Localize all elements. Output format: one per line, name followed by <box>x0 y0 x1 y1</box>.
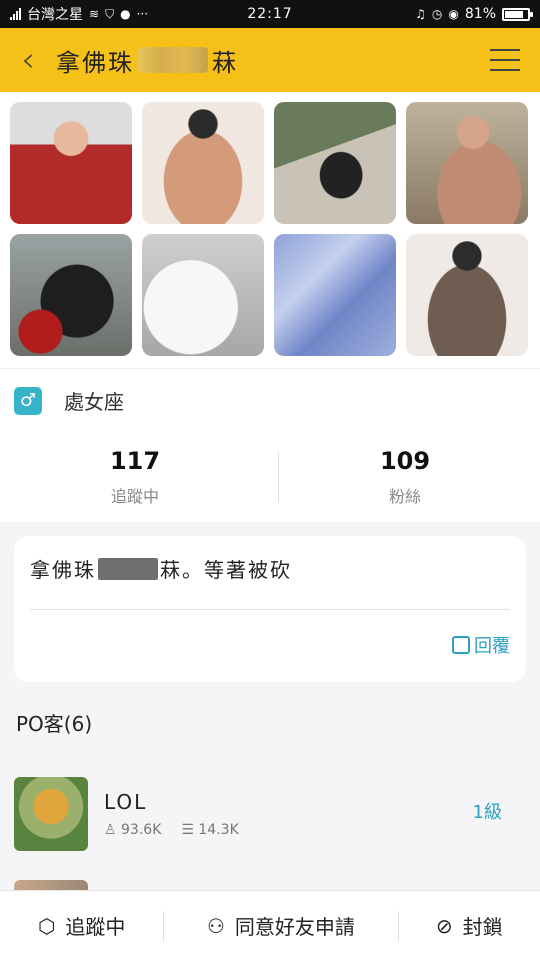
views-count: 93.6K <box>121 822 162 838</box>
redacted-blur <box>138 47 208 73</box>
game-name: LOL <box>104 790 148 814</box>
photo-4[interactable] <box>406 102 528 224</box>
posts-stat: ☰ 14.3K <box>181 822 238 838</box>
status-text-end: 菻。等著被砍 <box>160 558 292 582</box>
zodiac-sign: 處女座 <box>64 390 124 414</box>
status-bar: 台灣之星 ≋ ⛉ ● ··· 22:17 ♫ ◷ ◉ 81% <box>0 0 540 28</box>
status-card: 拿佛珠 菻。等著被砍 回覆 <box>14 536 526 682</box>
following-count: 117 <box>109 447 161 475</box>
block-button[interactable]: ⊘ 封鎖 <box>399 891 540 960</box>
list-item[interactable]: LOL ♙ 93.6K ☰ 14.3K 1級 <box>0 768 540 860</box>
followers-label: 粉絲 <box>388 487 421 506</box>
bottom-action-bar: ⬡ 追蹤中 ⚇ 同意好友申請 ⊘ 封鎖 <box>0 890 540 960</box>
chevron-left-icon[interactable]: ‹ <box>0 28 56 92</box>
status-time: 22:17 <box>247 6 293 22</box>
game-thumbnail <box>14 777 88 851</box>
following-label: 追蹤中 <box>110 487 159 506</box>
photo-5[interactable] <box>10 234 132 356</box>
stats-row: 117 追蹤中 109 粉絲 <box>0 432 540 522</box>
add-user-icon: ⚇ <box>206 913 225 938</box>
page-title: 拿佛珠 菻 <box>56 43 238 78</box>
following-stat[interactable]: 117 追蹤中 <box>0 432 270 522</box>
reply-button[interactable]: 回覆 <box>452 632 510 658</box>
photo-3[interactable] <box>274 102 396 224</box>
photo-8[interactable] <box>406 234 528 356</box>
male-icon: ♂ <box>14 386 42 415</box>
list-icon: ☰ <box>181 822 199 838</box>
following-button-label: 追蹤中 <box>65 915 126 939</box>
divider <box>30 609 510 610</box>
top-header: ‹ 拿佛珠 菻 <box>0 28 540 92</box>
reply-label: 回覆 <box>474 636 510 657</box>
followers-stat[interactable]: 109 粉絲 <box>270 432 540 522</box>
accept-friend-label: 同意好友申請 <box>234 915 355 939</box>
hamburger-menu-icon[interactable] <box>470 28 540 92</box>
status-text-start: 拿佛珠 <box>30 558 96 582</box>
battery-icon <box>502 7 533 21</box>
block-label: 封鎖 <box>462 915 503 939</box>
photo-6[interactable] <box>142 234 264 356</box>
photo-grid <box>0 92 540 368</box>
redacted-blur <box>98 557 158 580</box>
photo-1[interactable] <box>10 102 132 224</box>
posts-count: 14.3K <box>198 822 239 838</box>
photo-7[interactable] <box>274 234 396 356</box>
views-stat: ♙ 93.6K <box>104 822 161 838</box>
block-icon: ⊘ <box>435 913 453 938</box>
photo-2[interactable] <box>142 102 264 224</box>
person-icon: ♙ <box>104 822 122 838</box>
title-prefix: 拿佛珠 <box>56 48 134 77</box>
stats-divider <box>278 452 279 502</box>
accept-friend-button[interactable]: ⚇ 同意好友申請 <box>164 891 397 960</box>
reply-icon <box>452 636 470 654</box>
profile-info-row: ♂ 處女座 <box>0 368 540 432</box>
level-badge: 1級 <box>472 802 502 823</box>
posts-heading: PO客(6) <box>16 712 93 736</box>
shield-check-icon: ⬡ <box>37 913 56 938</box>
followers-count: 109 <box>379 447 431 475</box>
title-suffix: 菻 <box>212 48 238 77</box>
following-button[interactable]: ⬡ 追蹤中 <box>0 891 163 960</box>
status-text: 拿佛珠 菻。等著被砍 <box>30 554 510 583</box>
